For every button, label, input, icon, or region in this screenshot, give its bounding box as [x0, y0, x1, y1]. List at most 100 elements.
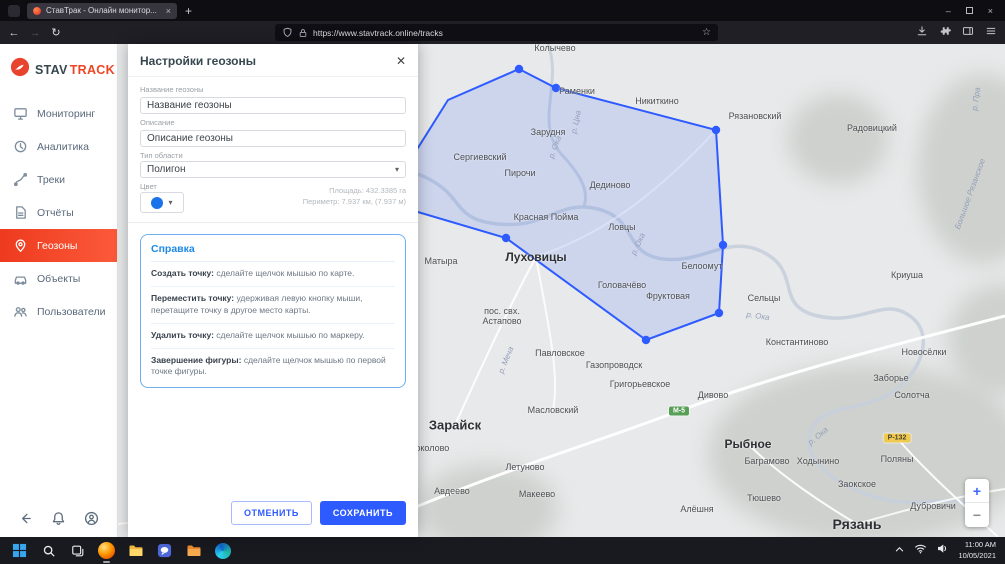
color-picker[interactable]: ▾ [140, 192, 184, 213]
map-river-label: Большое Рязанское [953, 157, 987, 230]
firefox-view-icon[interactable] [8, 5, 20, 17]
map-place-label: пос. свх. [484, 306, 520, 316]
minimize-button[interactable]: – [946, 6, 951, 16]
help-item: Переместить точку: удерживая левую кнопк… [151, 286, 395, 323]
downloads-icon[interactable] [916, 24, 928, 42]
map-place-label: Никиткино [635, 96, 679, 106]
clock[interactable]: 11:00 AM 10/05/2021 [958, 540, 996, 560]
map-place-label: Дубровичи [910, 501, 956, 511]
map-place-label: Рязановский [729, 111, 782, 121]
description-input[interactable] [140, 130, 406, 147]
map-place-label: Новосёлки [902, 347, 947, 357]
task-view-button[interactable] [67, 540, 88, 561]
map-zoom-control: + − [965, 479, 989, 527]
new-tab-button[interactable]: + [185, 5, 192, 17]
field-label: Тип области [140, 151, 406, 160]
profile-icon[interactable] [84, 511, 99, 526]
map-river-label: р. Пра [970, 87, 982, 112]
collapse-sidebar-icon[interactable] [18, 511, 33, 526]
map-place-label: Фруктовая [646, 291, 690, 301]
sidebar-item-objects[interactable]: Объекты [0, 262, 117, 295]
tracking-shield-icon[interactable] [282, 27, 293, 38]
notifications-bell-icon[interactable] [51, 511, 66, 526]
sidebar-item-geozones[interactable]: Геозоны [0, 229, 117, 262]
map-place-label: Пирочи [504, 168, 535, 178]
window-controls: – × [946, 6, 1005, 16]
area-type-field: Тип области Полигон ▾ [140, 151, 406, 178]
sidebar-item-analytics[interactable]: Аналитика [0, 130, 117, 163]
browser-tab[interactable]: СтавТрак - Онлайн монитор... × [27, 3, 177, 19]
menu-hamburger-icon[interactable] [985, 24, 997, 42]
zoom-in-button[interactable]: + [965, 479, 989, 503]
map-place-label: Авдеево [434, 486, 470, 496]
field-label: Цвет [140, 182, 184, 191]
sidebar: STAVTRACK МониторингАналитикаТрекиОтчёты… [0, 44, 118, 537]
sidebar-item-label: Аналитика [37, 141, 89, 153]
area-type-select[interactable]: Полигон ▾ [140, 161, 406, 178]
edge-icon[interactable] [212, 540, 233, 561]
url-bar[interactable]: https://www.stavtrack.online/tracks ☆ [275, 24, 718, 41]
close-window-button[interactable]: × [988, 6, 993, 16]
search-button[interactable] [38, 540, 59, 561]
maximize-button[interactable] [966, 7, 973, 14]
analytics-clock-icon [13, 139, 28, 154]
reload-button[interactable]: ↻ [46, 21, 66, 44]
field-label: Название геозоны [140, 85, 406, 94]
sidebar-item-tracks[interactable]: Треки [0, 163, 117, 196]
back-button[interactable]: ← [4, 21, 24, 44]
volume-icon[interactable] [936, 542, 949, 560]
help-box: Справка Создать точку: сделайте щелчок м… [140, 234, 406, 388]
sidebar-item-users[interactable]: Пользователи [0, 295, 117, 328]
road-badge: М-5 [669, 407, 689, 416]
lock-icon[interactable] [298, 28, 308, 38]
help-title: Справка [151, 243, 395, 262]
map-place-label: Сельцы [748, 293, 781, 303]
folder-orange-icon[interactable] [183, 540, 204, 561]
help-item: Завершение фигуры: сделайте щелчок мышью… [151, 348, 395, 385]
browser-window: СтавТрак - Онлайн монитор... × + – × ← →… [0, 0, 1005, 564]
chat-icon[interactable] [154, 540, 175, 561]
start-button[interactable] [9, 540, 30, 561]
map-place-label: Дединово [590, 180, 631, 190]
map-river-label: р. Ока [629, 232, 647, 257]
bookmark-star-icon[interactable]: ☆ [702, 27, 711, 38]
map-place-label: Ходынино [797, 456, 839, 466]
map-place-label: Белоомут [682, 261, 723, 271]
file-explorer-icon[interactable] [125, 540, 146, 561]
sidebar-bottom-icons [0, 511, 117, 526]
map-place-label: Колычево [534, 44, 575, 53]
map-place-label: Константиново [766, 337, 829, 347]
forward-button[interactable]: → [25, 21, 45, 44]
extensions-puzzle-icon[interactable] [939, 24, 951, 42]
sidebar-item-monitoring[interactable]: Мониторинг [0, 97, 117, 130]
cancel-button[interactable]: ОТМЕНИТЬ [231, 501, 312, 525]
firefox-taskbar-icon[interactable] [96, 540, 117, 561]
map-place-label: Летуново [506, 462, 545, 472]
tray-chevron-up-icon[interactable] [894, 542, 905, 560]
screen-sidebar-icon[interactable] [962, 24, 974, 42]
map-place-label: Луховицы [505, 250, 566, 264]
map-place-label: Заокское [838, 479, 876, 489]
map-river-label: р. Ока [547, 134, 563, 159]
field-label: Описание [140, 118, 406, 127]
sidebar-item-reports[interactable]: Отчёты [0, 196, 117, 229]
tab-title: СтавТрак - Онлайн монитор... [46, 6, 161, 15]
map-river-label: р. Меча [497, 345, 516, 374]
monitor-icon [13, 106, 28, 121]
geofence-name-input[interactable] [140, 97, 406, 114]
system-tray: 11:00 AM 10/05/2021 [894, 540, 996, 560]
map-place-label: Радовицкий [847, 123, 897, 133]
close-icon[interactable]: ✕ [396, 54, 406, 68]
zoom-out-button[interactable]: − [965, 503, 989, 527]
modal-title: Настройки геозоны [140, 54, 256, 68]
map-place-label: Алёшня [680, 504, 713, 514]
tab-close-icon[interactable]: × [166, 6, 171, 16]
map-place-label: Матыра [424, 256, 457, 266]
map-pin-icon [13, 238, 28, 253]
geofence-settings-panel: Настройки геозоны ✕ Название геозоны Опи… [128, 44, 418, 537]
sidebar-item-label: Пользователи [37, 306, 106, 318]
site-favicon-icon [33, 7, 41, 15]
map-place-label: Зарайск [429, 418, 481, 433]
wifi-icon[interactable] [914, 542, 927, 560]
save-button[interactable]: СОХРАНИТЬ [320, 501, 406, 525]
